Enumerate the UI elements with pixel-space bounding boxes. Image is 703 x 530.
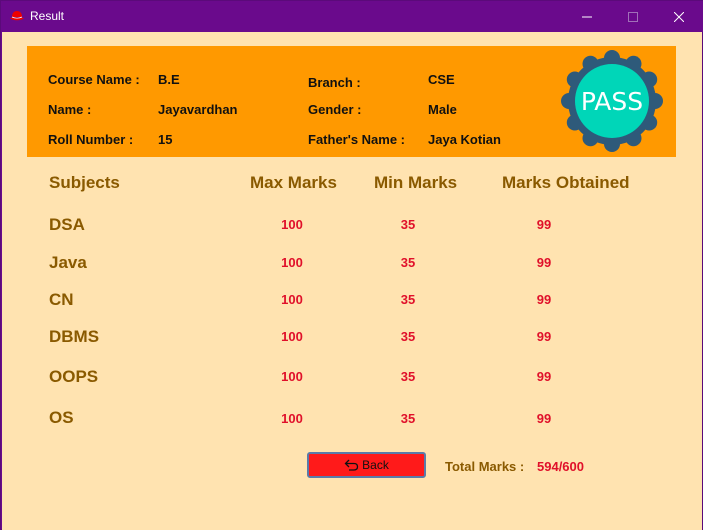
min-marks-value: 35: [400, 411, 416, 426]
gender-value: Male: [428, 102, 457, 117]
back-button-label: Back: [362, 458, 389, 472]
header-subjects: Subjects: [49, 173, 120, 192]
total-marks-value: 594/600: [537, 459, 584, 474]
marks-obtained-value: 99: [536, 369, 552, 384]
result-content: Course Name : B.E Name : Jayavardhan Rol…: [2, 32, 702, 530]
roll-number-value: 15: [158, 132, 173, 147]
max-marks-value: 100: [281, 369, 303, 384]
header-max-marks: Max Marks: [250, 173, 337, 192]
maximize-icon: [628, 11, 638, 22]
max-marks-value: 100: [281, 292, 303, 307]
min-marks-value: 35: [400, 217, 416, 232]
minimize-button[interactable]: [564, 1, 610, 32]
name-label: Name :: [48, 102, 92, 117]
maximize-button[interactable]: [610, 1, 656, 32]
subject-name: OS: [49, 408, 74, 427]
min-marks-value: 35: [400, 255, 416, 270]
pass-text: PASS: [580, 86, 644, 116]
close-button[interactable]: [656, 1, 702, 32]
pass-badge: PASS: [561, 50, 663, 152]
close-icon: [674, 11, 684, 22]
max-marks-value: 100: [281, 329, 303, 344]
roll-number-label: Roll Number :: [48, 132, 134, 147]
fathers-name-value: Jaya Kotian: [428, 132, 501, 147]
subject-name: Java: [49, 253, 87, 272]
minimize-icon: [582, 16, 592, 17]
subject-name: CN: [49, 290, 74, 309]
gender-label: Gender :: [308, 102, 362, 117]
student-info-panel: Course Name : B.E Name : Jayavardhan Rol…: [27, 46, 676, 157]
subject-name: DSA: [49, 215, 85, 234]
subject-name: OOPS: [49, 367, 99, 386]
back-button[interactable]: Back: [307, 452, 426, 478]
max-marks-value: 100: [281, 255, 303, 270]
subject-name: DBMS: [49, 327, 100, 346]
min-marks-value: 35: [400, 329, 416, 344]
window-title: Result: [30, 9, 65, 23]
max-marks-value: 100: [281, 217, 303, 232]
redhat-logo-icon: [10, 11, 24, 21]
marks-obtained-value: 99: [536, 292, 552, 307]
branch-label: Branch :: [308, 75, 361, 90]
marks-obtained-value: 99: [536, 411, 552, 426]
total-marks-label: Total Marks :: [445, 459, 525, 474]
undo-arrow-icon: [344, 459, 359, 471]
title-bar[interactable]: Result: [1, 1, 703, 32]
marks-obtained-value: 99: [536, 217, 552, 232]
marks-obtained-value: 99: [536, 329, 552, 344]
header-marks-obtained: Marks Obtained: [502, 173, 630, 192]
marks-obtained-value: 99: [536, 255, 552, 270]
min-marks-value: 35: [400, 369, 416, 384]
min-marks-value: 35: [400, 292, 416, 307]
branch-value: CSE: [428, 72, 455, 87]
course-name-label: Course Name :: [48, 72, 140, 87]
result-window: Result Course Name : B.E Name : Jayavard…: [0, 0, 703, 530]
name-value: Jayavardhan: [158, 102, 238, 117]
course-name-value: B.E: [158, 72, 180, 87]
max-marks-value: 100: [281, 411, 303, 426]
header-min-marks: Min Marks: [374, 173, 458, 192]
fathers-name-label: Father's Name :: [308, 132, 406, 147]
